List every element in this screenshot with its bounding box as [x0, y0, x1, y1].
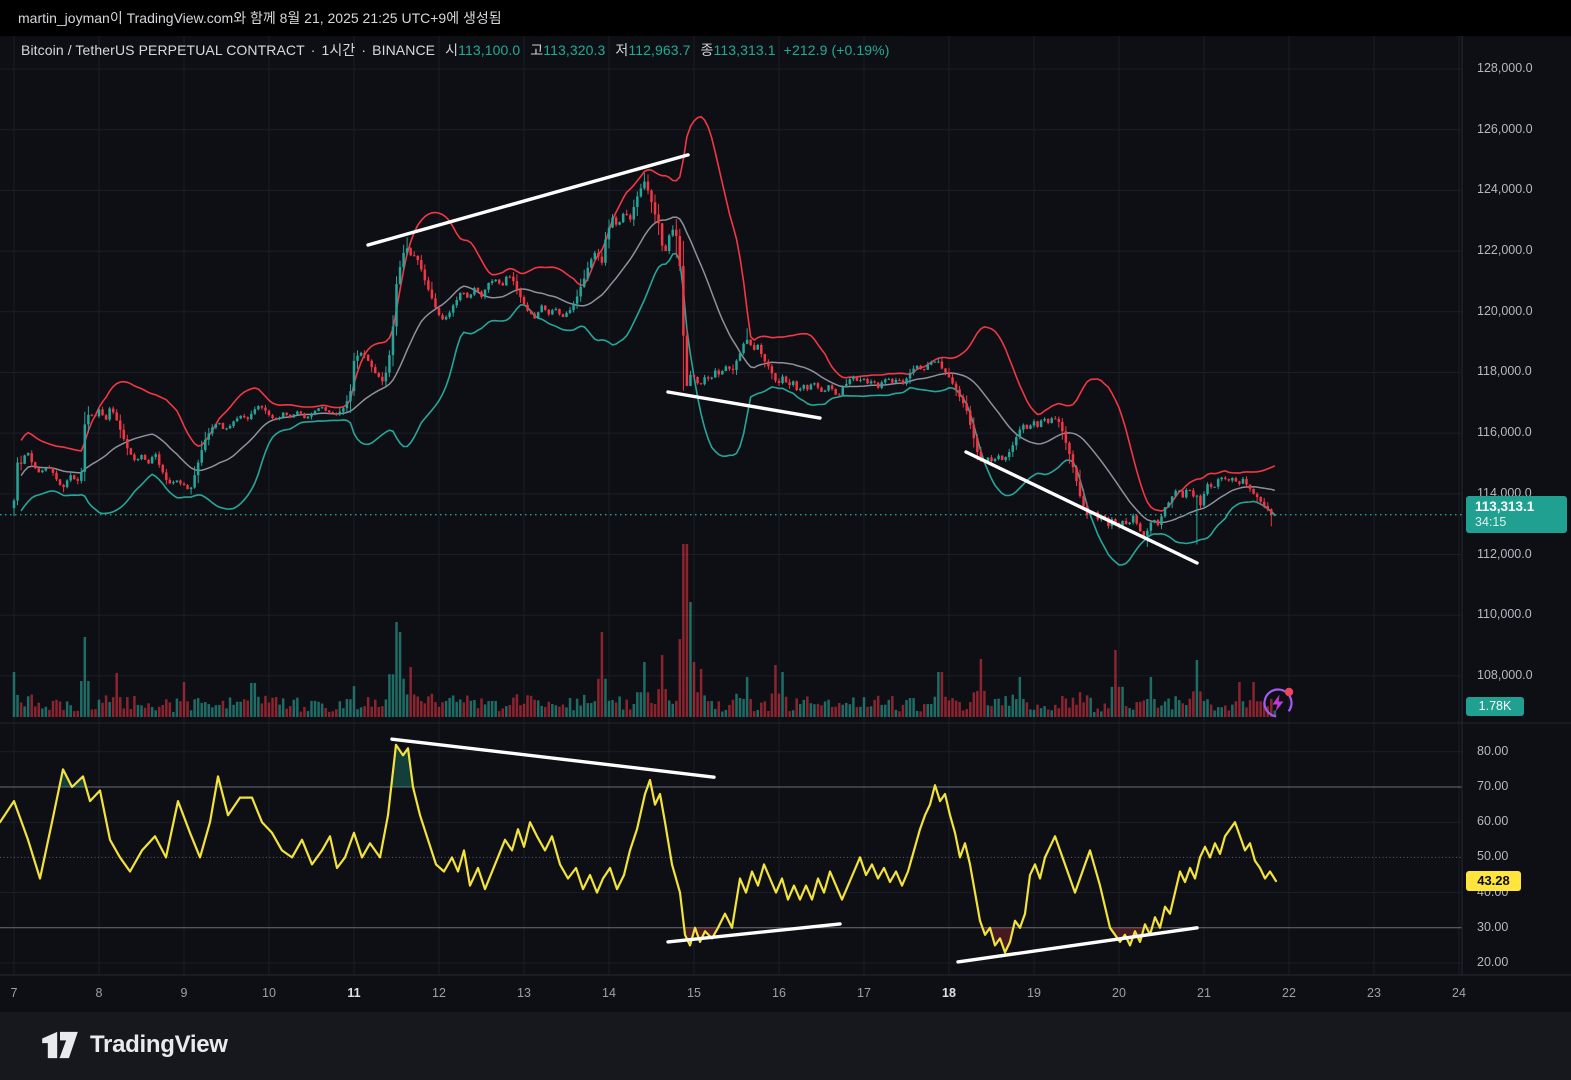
rsi-axis-label[interactable]: 60.00: [1477, 814, 1508, 828]
attribution-bar: martin_joyman이 TradingView.com와 함께 8월 21…: [0, 0, 1571, 36]
interval-label[interactable]: 1시간: [322, 42, 356, 58]
time-axis-label-20[interactable]: 20: [1112, 986, 1126, 1000]
time-axis-label-15[interactable]: 15: [687, 986, 701, 1000]
high-value: 113,320.3: [543, 42, 606, 58]
time-axis-label-18[interactable]: 18: [942, 986, 956, 1000]
rsi-axis-label[interactable]: 50.00: [1477, 849, 1508, 863]
volume-badge: 1.78K: [1466, 697, 1524, 716]
time-axis-label-23[interactable]: 23: [1367, 986, 1381, 1000]
exchange-label[interactable]: BINANCE: [372, 42, 435, 58]
low-label: 저: [615, 42, 629, 58]
chart-canvas[interactable]: [0, 36, 1571, 1012]
time-axis-label-17[interactable]: 17: [857, 986, 871, 1000]
price-axis-label[interactable]: 124,000.0: [1477, 182, 1533, 196]
price-axis-label[interactable]: 120,000.0: [1477, 304, 1533, 318]
rsi-axis-label[interactable]: 70.00: [1477, 779, 1508, 793]
time-axis-label-16[interactable]: 16: [772, 986, 786, 1000]
trendline-rsi-divergence: [390, 737, 716, 779]
attribution-text: martin_joyman이 TradingView.com와 함께 8월 21…: [18, 10, 502, 26]
bar-countdown: 34:15: [1475, 514, 1507, 529]
time-axis-label-7[interactable]: 7: [11, 986, 18, 1000]
symbol-title[interactable]: Bitcoin / TetherUS PERPETUAL CONTRACT: [21, 42, 305, 58]
time-axis-label-8[interactable]: 8: [96, 986, 103, 1000]
price-axis-label[interactable]: 128,000.0: [1477, 61, 1533, 75]
flash-icon[interactable]: [1258, 681, 1298, 723]
trendline-rising-resistance: [366, 153, 690, 247]
separator: ·: [310, 42, 316, 58]
time-axis-label-10[interactable]: 10: [262, 986, 276, 1000]
price-axis-label[interactable]: 116,000.0: [1477, 425, 1532, 439]
time-axis-label-12[interactable]: 12: [432, 986, 446, 1000]
close-label: 종: [700, 42, 714, 58]
time-axis-label-22[interactable]: 22: [1282, 986, 1296, 1000]
candles: [12, 173, 1277, 547]
time-axis-label-9[interactable]: 9: [181, 986, 188, 1000]
price-axis-label[interactable]: 112,000.0: [1477, 547, 1532, 561]
high-label: 고: [530, 42, 544, 58]
price-axis-label[interactable]: 126,000.0: [1477, 122, 1533, 136]
trendline-falling-support: [964, 450, 1199, 565]
low-value: 112,963.7: [628, 42, 691, 58]
tradingview-logo-text: TradingView: [90, 1031, 228, 1058]
rsi-line: [0, 743, 1278, 954]
band-middle: [20, 216, 1276, 524]
current-price-value: 113,313.1: [1475, 498, 1535, 514]
tradingview-snapshot: martin_joyman이 TradingView.com와 함께 8월 21…: [0, 0, 1571, 1080]
chart-area[interactable]: Bitcoin / TetherUS PERPETUAL CONTRACT · 1시…: [0, 36, 1571, 1012]
close-value: 113,313.1: [713, 42, 776, 58]
time-axis-label-21[interactable]: 21: [1197, 986, 1211, 1000]
price-axis-label[interactable]: 118,000.0: [1477, 364, 1532, 378]
rsi-axis-label[interactable]: 20.00: [1477, 955, 1508, 969]
tradingview-logo-icon: [42, 1031, 78, 1059]
price-axis-label[interactable]: 110,000.0: [1477, 607, 1532, 621]
symbol-header: Bitcoin / TetherUS PERPETUAL CONTRACT · 1시…: [21, 40, 889, 60]
price-axis-label[interactable]: 122,000.0: [1477, 243, 1533, 257]
change-value: +212.9 (+0.19%): [783, 42, 890, 58]
rsi-axis-label[interactable]: 80.00: [1477, 744, 1508, 758]
rsi-indicator[interactable]: [0, 743, 1278, 954]
rsi-value-badge: 43.28: [1466, 871, 1521, 892]
time-axis-label-11[interactable]: 11: [347, 986, 360, 1000]
lightning-bolt-icon: [1272, 694, 1284, 712]
notification-dot: [1284, 687, 1294, 697]
open-value: 113,100.0: [458, 42, 521, 58]
price-axis-label[interactable]: 108,000.0: [1477, 668, 1533, 682]
time-axis-label-19[interactable]: 19: [1027, 986, 1041, 1000]
current-price-badge: 113,313.1 34:15: [1466, 495, 1567, 533]
time-axis-label-14[interactable]: 14: [602, 986, 616, 1000]
grid-lines: [0, 36, 1571, 976]
drawn-trendlines[interactable]: [366, 153, 1199, 964]
open-label: 시: [445, 42, 459, 58]
time-axis-label-24[interactable]: 24: [1452, 986, 1466, 1000]
footer-bar: TradingView: [0, 1012, 1571, 1080]
rsi-axis-label[interactable]: 30.00: [1477, 920, 1508, 934]
separator: ·: [361, 42, 367, 58]
time-axis-label-13[interactable]: 13: [517, 986, 531, 1000]
volume-bars: [12, 544, 1277, 717]
tradingview-logo: TradingView: [40, 1030, 228, 1060]
